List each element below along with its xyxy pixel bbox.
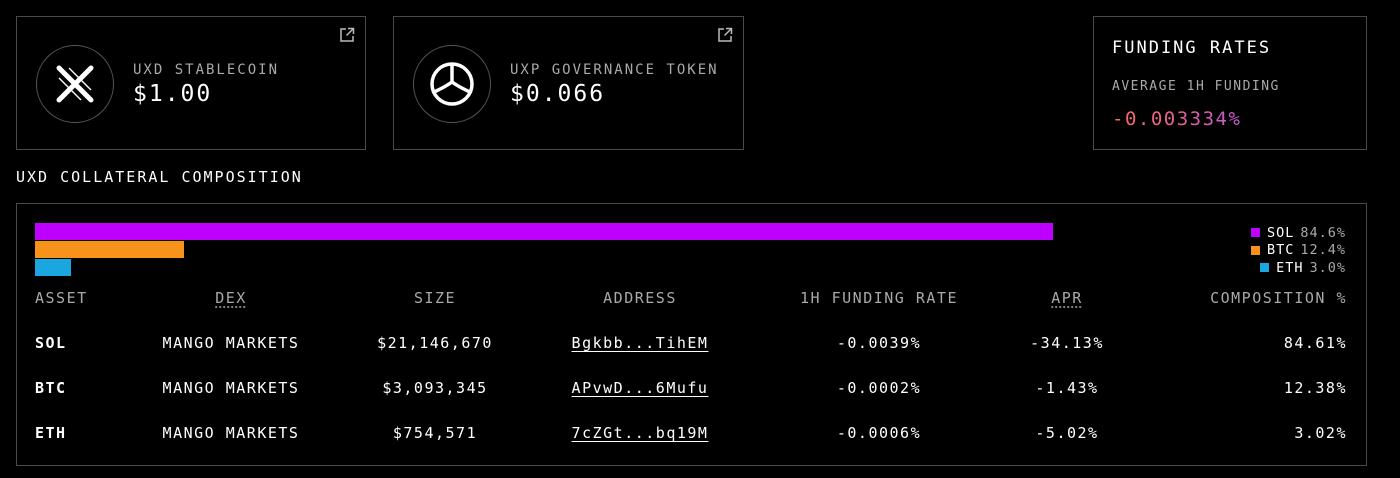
legend-item: SOL 84.6% [1250,224,1346,242]
external-link-icon[interactable] [339,27,355,43]
cell-composition: 84.61% [1283,334,1347,352]
cell-apr: -1.43% [1035,379,1099,397]
cell-asset: BTC [35,379,67,397]
funding-label: AVERAGE 1H FUNDING [1112,79,1280,94]
token-price: $0.066 [510,81,606,107]
cell-address-link[interactable]: Bgkbb...TihEM [572,334,709,352]
cell-composition: 3.02% [1294,424,1347,442]
table-row: ETH MANGO MARKETS $754,571 7cZGt...bq19M… [17,424,1366,448]
cell-apr: -5.02% [1035,424,1099,442]
cell-dex: MANGO MARKETS [162,334,300,352]
collateral-composition-panel: SOL 84.6% BTC 12.4% ETH 3.0% ASSET DEX S… [16,203,1367,466]
funding-rates-card: FUNDING RATES AVERAGE 1H FUNDING -0.0033… [1093,16,1367,150]
token-label: UXD STABLECOIN [133,62,280,78]
funding-title: FUNDING RATES [1112,38,1272,58]
legend-swatch [1250,245,1260,255]
legend-name: SOL [1266,224,1295,241]
legend-item: BTC 12.4% [1250,242,1346,260]
column-header-size: SIZE [413,289,457,307]
table-row: SOL MANGO MARKETS $21,146,670 Bgkbb...Ti… [17,334,1366,358]
cell-address-link[interactable]: 7cZGt...bq19M [572,424,709,442]
uxp-logo-icon [413,45,491,123]
column-header-apr[interactable]: APR [1051,289,1083,307]
composition-legend: SOL 84.6% BTC 12.4% ETH 3.0% [1250,224,1346,277]
token-label: UXP GOVERNANCE TOKEN [510,62,719,78]
cell-asset: ETH [35,424,67,442]
cell-size: $21,146,670 [377,334,493,352]
column-header-dex[interactable]: DEX [215,289,247,307]
token-price: $1.00 [133,81,213,107]
legend-item: ETH 3.0% [1251,259,1346,277]
composition-bar-sol [35,223,1053,240]
column-header-composition: COMPOSITION % [1210,289,1347,307]
composition-bar-btc [35,241,185,258]
column-header-asset: ASSET [35,289,88,307]
cell-asset: SOL [35,334,67,352]
uxd-logo-icon [36,45,114,123]
funding-value: -0.003334% [1112,108,1242,130]
legend-swatch [1250,228,1260,238]
cell-address-link[interactable]: APvwD...6Mufu [572,379,709,397]
legend-value: 3.0% [1309,259,1346,276]
uxp-governance-token-card[interactable]: UXP GOVERNANCE TOKEN $0.066 [393,16,744,150]
legend-name: ETH [1276,259,1304,276]
uxd-stablecoin-card[interactable]: UXD STABLECOIN $1.00 [16,16,366,150]
cell-dex: MANGO MARKETS [162,379,300,397]
legend-swatch [1260,263,1270,273]
cell-size: $3,093,345 [382,379,488,397]
cell-size: $754,571 [392,424,478,442]
table-row: BTC MANGO MARKETS $3,093,345 APvwD...6Mu… [17,379,1366,403]
legend-value: 12.4% [1300,242,1346,259]
cell-funding-rate: -0.0002% [836,379,922,397]
section-title: UXD COLLATERAL COMPOSITION [16,168,303,186]
legend-name: BTC [1266,242,1295,259]
cell-funding-rate: -0.0006% [836,424,922,442]
column-header-funding-rate: 1H FUNDING RATE [800,289,958,307]
cell-dex: MANGO MARKETS [162,424,300,442]
legend-value: 84.6% [1300,224,1346,241]
cell-funding-rate: -0.0039% [836,334,922,352]
composition-bar-eth [35,259,72,276]
cell-apr: -34.13% [1030,334,1104,352]
column-header-address: ADDRESS [603,289,677,307]
external-link-icon[interactable] [717,27,733,43]
cell-composition: 12.38% [1283,379,1347,397]
